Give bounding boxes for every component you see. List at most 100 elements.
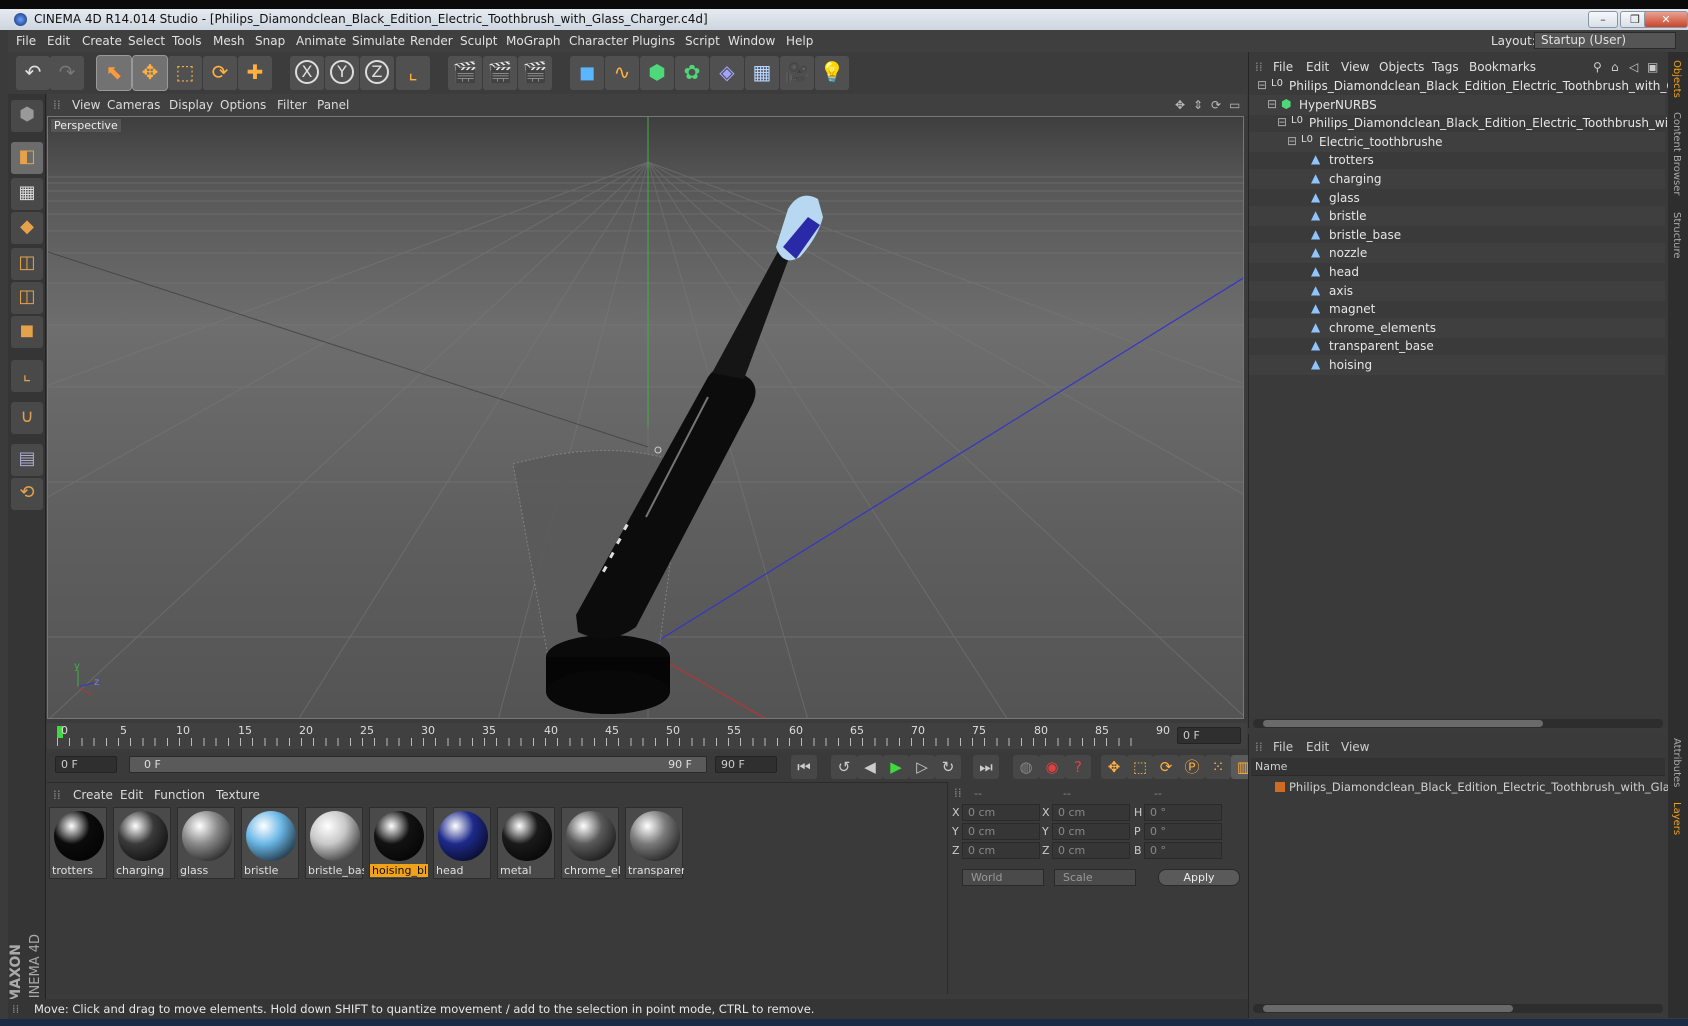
menu-help[interactable]: Help: [786, 34, 813, 48]
coord-value-field[interactable]: 0 cm: [1052, 823, 1130, 840]
light-button[interactable]: 💡: [815, 56, 849, 90]
menu-file[interactable]: File: [16, 34, 36, 48]
go-to-start-icon[interactable]: ⏮: [791, 755, 817, 779]
key-position-icon[interactable]: ✥: [1101, 755, 1127, 779]
object-tree-item[interactable]: ▲ magnet: [1249, 299, 1665, 319]
key-points-icon[interactable]: ⁙: [1205, 755, 1231, 779]
play-icon[interactable]: ▶: [883, 755, 909, 779]
toothbrush-model[interactable]: [512, 195, 823, 714]
nurbs-button[interactable]: ⬢: [640, 56, 674, 90]
create-axis-tool[interactable]: ✚: [238, 56, 272, 90]
menu-plugins[interactable]: Plugins: [632, 34, 675, 48]
object-tree-item[interactable]: ▲ head: [1249, 262, 1665, 282]
object-tree-item[interactable]: ▲ trotters: [1249, 150, 1665, 170]
render-settings-button[interactable]: 🎬: [518, 56, 552, 90]
menu-snap[interactable]: Snap: [255, 34, 285, 48]
viewport-menu-panel[interactable]: Panel: [317, 98, 349, 112]
home-icon[interactable]: ⌂: [1611, 60, 1619, 74]
live-select-tool[interactable]: ⬉: [96, 55, 132, 91]
menu-mesh[interactable]: Mesh: [213, 34, 245, 48]
keyframe-selection-icon[interactable]: ◍: [1013, 755, 1039, 779]
material-swatch[interactable]: bristle_bas: [305, 807, 364, 879]
material-menu-function[interactable]: Function: [154, 788, 205, 802]
menu-sculpt[interactable]: Sculpt: [460, 34, 497, 48]
spline-button[interactable]: ∿: [605, 56, 639, 90]
expand-toggle-icon[interactable]: ⊟: [1277, 115, 1287, 129]
expand-toggle-icon[interactable]: ⊟: [1267, 97, 1277, 111]
object-tree-item[interactable]: ▲ bristle_base: [1249, 225, 1665, 245]
object-hscrollbar[interactable]: [1253, 719, 1663, 728]
end-frame-field[interactable]: 90 F: [715, 756, 777, 773]
scale-tool[interactable]: ⬚: [168, 56, 202, 90]
perspective-viewport[interactable]: Perspective y z: [47, 116, 1244, 719]
layer-hscrollbar[interactable]: [1253, 1004, 1663, 1013]
object-menu-tags[interactable]: Tags: [1432, 60, 1459, 74]
tab-objects[interactable]: Objects: [1671, 60, 1682, 98]
coord-value-field[interactable]: 0 cm: [962, 842, 1040, 859]
coord-value-field[interactable]: 0 cm: [1052, 842, 1130, 859]
object-tree-item[interactable]: ▲ nozzle: [1249, 243, 1665, 264]
back-icon[interactable]: ◁: [1629, 60, 1638, 74]
viewport-maximize-icon[interactable]: ▭: [1229, 98, 1240, 112]
frame-range-slider[interactable]: 0 F 90 F: [129, 756, 707, 773]
axis-mode-icon[interactable]: ⌞: [11, 360, 43, 392]
loop-icon[interactable]: ↺: [831, 755, 857, 779]
object-menu-edit[interactable]: Edit: [1306, 60, 1329, 74]
menu-window[interactable]: Window: [728, 34, 775, 48]
material-swatch[interactable]: metal: [497, 807, 555, 879]
tab-attributes[interactable]: Attributes: [1671, 738, 1682, 787]
material-menu-create[interactable]: Create: [73, 788, 113, 802]
object-tree-item[interactable]: ▲ axis: [1249, 280, 1665, 301]
object-tree-item[interactable]: ⊟ L0 Philips_Diamondclean_Black_Edition_El…: [1249, 76, 1688, 96]
magnet-icon[interactable]: ∪: [11, 402, 43, 434]
object-menu-bookmarks[interactable]: Bookmarks: [1469, 60, 1536, 74]
material-menu-texture[interactable]: Texture: [216, 788, 260, 802]
edges-mode-icon[interactable]: ◫: [11, 282, 43, 314]
material-swatch[interactable]: bristle: [241, 807, 299, 879]
viewport-menu-display[interactable]: Display: [169, 98, 213, 112]
object-tree-item[interactable]: ▲ transparent_base: [1249, 336, 1665, 356]
coordinate-system-button[interactable]: ⌞: [396, 56, 430, 90]
cube-primitive-button[interactable]: ◼: [570, 56, 604, 90]
menu-tools[interactable]: Tools: [172, 34, 202, 48]
viewport-nav-move-icon[interactable]: ✥: [1175, 98, 1185, 112]
close-button[interactable]: ✕: [1644, 11, 1688, 28]
expand-toggle-icon[interactable]: ⊟: [1257, 78, 1267, 92]
texture-mode-icon[interactable]: ▦: [11, 178, 43, 210]
record-icon[interactable]: ◉: [1039, 755, 1065, 779]
move-tool[interactable]: ✥: [132, 55, 168, 91]
viewport-menu-view[interactable]: View: [72, 98, 100, 112]
make-editable-icon[interactable]: ⬢: [11, 100, 43, 132]
workplane-mode-icon[interactable]: ◆: [11, 212, 43, 244]
menu-character[interactable]: Character: [569, 34, 628, 48]
search-icon[interactable]: ⚲: [1593, 60, 1602, 74]
viewport-menu-cameras[interactable]: Cameras: [107, 98, 160, 112]
menu-render[interactable]: Render: [410, 34, 453, 48]
start-frame-field[interactable]: 0 F: [55, 756, 117, 773]
auto-key-icon[interactable]: ?: [1065, 755, 1091, 779]
menu-script[interactable]: Script: [685, 34, 720, 48]
z-axis-lock[interactable]: Z: [360, 56, 394, 90]
world-dropdown[interactable]: World: [962, 869, 1044, 886]
object-menu-objects[interactable]: Objects: [1379, 60, 1424, 74]
expand-toggle-icon[interactable]: ⊟: [1287, 134, 1297, 148]
key-parameter-icon[interactable]: Ⓟ: [1179, 755, 1205, 779]
y-axis-lock[interactable]: Y: [325, 56, 359, 90]
viewport-menu-filter[interactable]: Filter: [277, 98, 307, 112]
floor-button[interactable]: ▦: [745, 56, 779, 90]
object-menu-file[interactable]: File: [1273, 60, 1293, 74]
layer-menu-file[interactable]: File: [1273, 740, 1293, 754]
layer-menu-view[interactable]: View: [1341, 740, 1369, 754]
camera-button[interactable]: 🎥: [780, 56, 814, 90]
tab-structure[interactable]: Structure: [1671, 212, 1682, 259]
go-to-end-icon[interactable]: ⏭: [973, 755, 999, 779]
menu-simulate[interactable]: Simulate: [352, 34, 405, 48]
points-mode-icon[interactable]: ◫: [11, 248, 43, 280]
deformer-button[interactable]: ◈: [710, 56, 744, 90]
coord-value-field[interactable]: 0 cm: [1052, 804, 1130, 821]
minimize-button[interactable]: –: [1588, 11, 1618, 28]
coord-value-field[interactable]: 0 cm: [962, 823, 1040, 840]
object-menu-view[interactable]: View: [1341, 60, 1369, 74]
menu-edit[interactable]: Edit: [47, 34, 70, 48]
object-tree-item[interactable]: ⊟ ⬢ HyperNURBS: [1249, 94, 1665, 115]
